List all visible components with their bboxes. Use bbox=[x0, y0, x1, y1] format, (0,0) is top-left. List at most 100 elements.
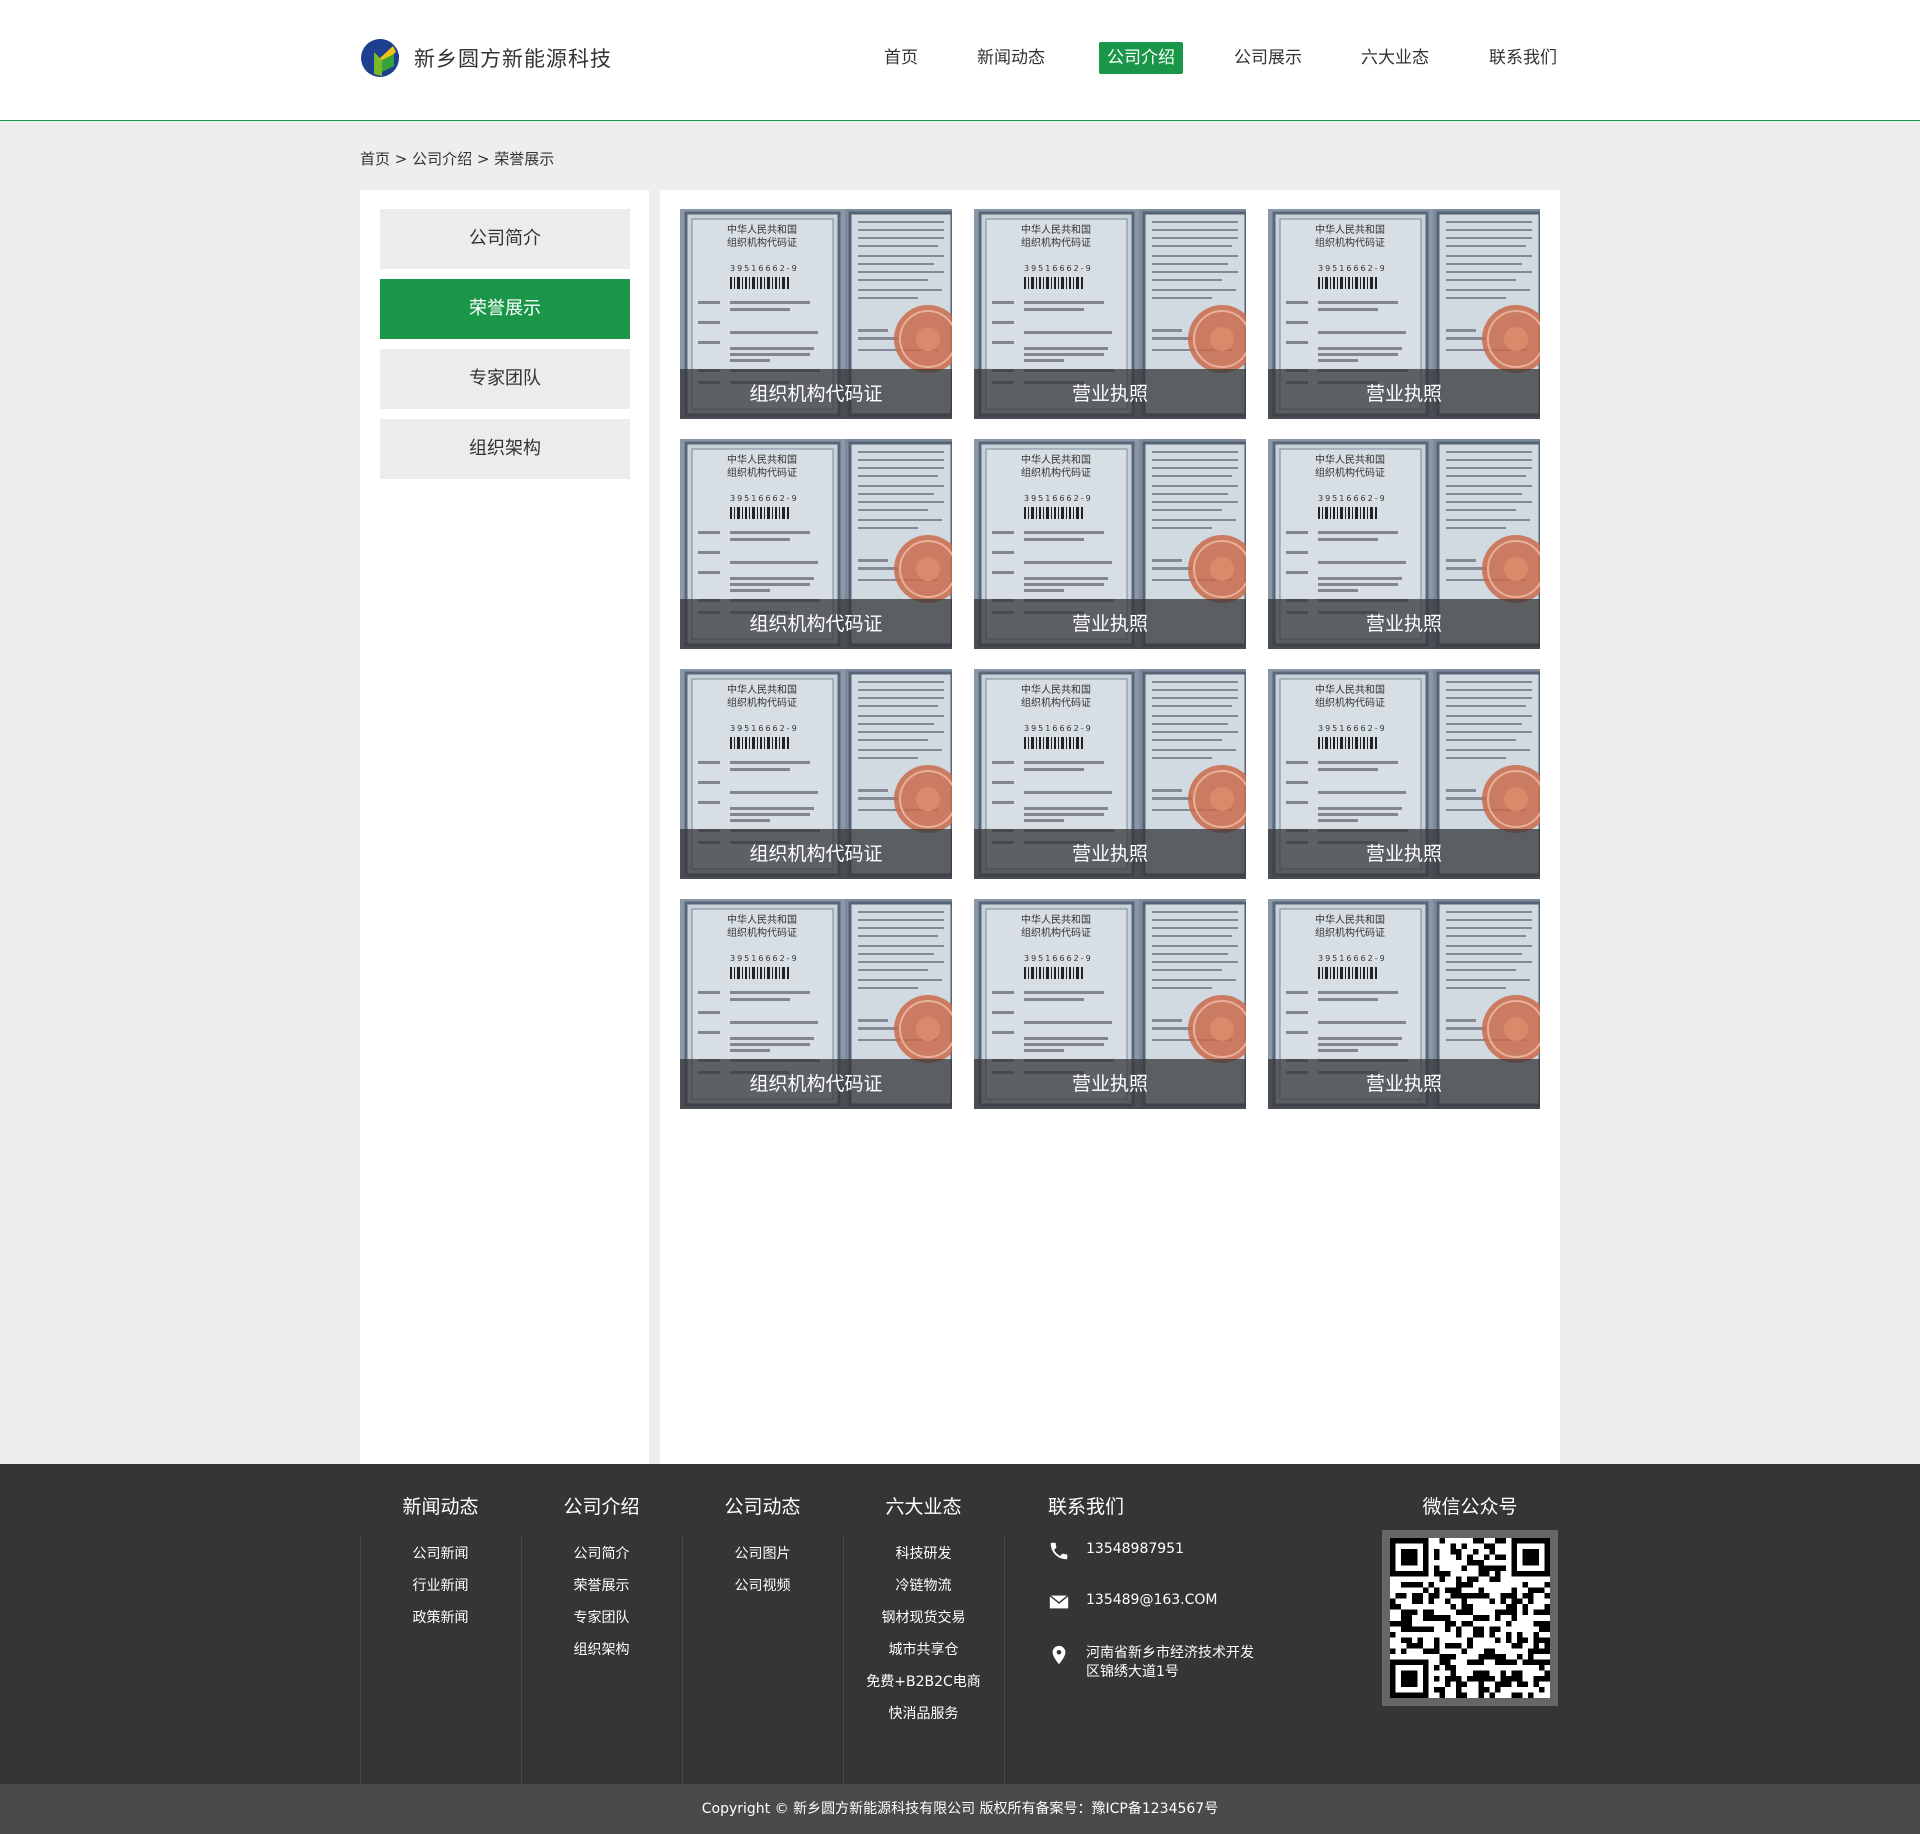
footer-link[interactable]: 组织架构 bbox=[521, 1634, 682, 1666]
site-header: 新乡圆方新能源科技 首页 新闻动态 公司介绍 公司展示 六大业态 联系我们 bbox=[0, 0, 1920, 121]
side-item-profile[interactable]: 公司简介 bbox=[380, 209, 630, 269]
svg-text:中华人民共和国: 中华人民共和国 bbox=[1315, 223, 1385, 236]
svg-text:中华人民共和国: 中华人民共和国 bbox=[1315, 683, 1385, 696]
honor-card[interactable]: 中华人民共和国 组织机构代码证 39516662-9 营业执照 bbox=[1268, 669, 1540, 879]
honor-card[interactable]: 中华人民共和国 组织机构代码证 39516662-9 营业执照 bbox=[974, 899, 1246, 1109]
footer-link[interactable]: 快消品服务 bbox=[843, 1698, 1004, 1730]
svg-text:中华人民共和国: 中华人民共和国 bbox=[727, 913, 797, 926]
nav-contact[interactable]: 联系我们 bbox=[1481, 42, 1565, 74]
footer-link[interactable]: 城市共享仓 bbox=[843, 1634, 1004, 1666]
footer-link[interactable]: 免费+B2B2C电商 bbox=[843, 1666, 1004, 1698]
divider bbox=[1004, 1536, 1005, 1784]
honor-caption: 营业执照 bbox=[1268, 1059, 1540, 1109]
svg-text:39516662-9: 39516662-9 bbox=[730, 494, 799, 503]
svg-text:39516662-9: 39516662-9 bbox=[1024, 264, 1093, 273]
footer-link[interactable]: 荣誉展示 bbox=[521, 1570, 682, 1602]
nav-news[interactable]: 新闻动态 bbox=[969, 42, 1053, 74]
side-menu: 公司简介 荣誉展示 专家团队 组织架构 bbox=[360, 190, 649, 1464]
wechat-block: 微信公众号 bbox=[1382, 1464, 1558, 1784]
svg-text:中华人民共和国: 中华人民共和国 bbox=[1021, 453, 1091, 466]
footer-contact: 联系我们 13548987951 135489@163.COM 河南省新乡市经济… bbox=[1048, 1464, 1308, 1784]
svg-text:中华人民共和国: 中华人民共和国 bbox=[1021, 913, 1091, 926]
footer-column-about: 公司介绍 公司简介 荣誉展示 专家团队 组织架构 bbox=[521, 1464, 682, 1784]
email-address: 135489@163.COM bbox=[1086, 1592, 1218, 1608]
honor-caption: 组织机构代码证 bbox=[680, 829, 952, 879]
honor-card[interactable]: 中华人民共和国 组织机构代码证 39516662-9 营业执照 bbox=[974, 209, 1246, 419]
breadcrumb[interactable]: 首页 > 公司介绍 > 荣誉展示 bbox=[360, 148, 554, 169]
honor-card[interactable]: 中华人民共和国 组织机构代码证 39516662-9 营业执照 bbox=[1268, 209, 1540, 419]
honor-card[interactable]: 中华人民共和国 组织机构代码证 39516662-9 组织机构代码证 bbox=[680, 669, 952, 879]
honor-card[interactable]: 中华人民共和国 组织机构代码证 39516662-9 组织机构代码证 bbox=[680, 209, 952, 419]
footer-link[interactable]: 公司图片 bbox=[682, 1538, 843, 1570]
honor-caption: 组织机构代码证 bbox=[680, 1059, 952, 1109]
svg-text:39516662-9: 39516662-9 bbox=[1318, 264, 1387, 273]
svg-text:中华人民共和国: 中华人民共和国 bbox=[1315, 913, 1385, 926]
contact-phone: 13548987951 bbox=[1048, 1540, 1308, 1562]
footer-column-company: 公司动态 公司图片 公司视频 bbox=[682, 1464, 843, 1784]
footer-column-title: 六大业态 bbox=[885, 1496, 962, 1518]
honor-caption: 营业执照 bbox=[974, 599, 1246, 649]
svg-text:中华人民共和国: 中华人民共和国 bbox=[1315, 453, 1385, 466]
side-item-honors[interactable]: 荣誉展示 bbox=[380, 279, 630, 339]
honor-caption: 营业执照 bbox=[1268, 599, 1540, 649]
nav-business[interactable]: 六大业态 bbox=[1353, 42, 1437, 74]
honor-caption: 营业执照 bbox=[974, 1059, 1246, 1109]
side-item-structure[interactable]: 组织架构 bbox=[380, 419, 630, 479]
svg-text:中华人民共和国: 中华人民共和国 bbox=[727, 453, 797, 466]
footer-column-news: 新闻动态 公司新闻 行业新闻 政策新闻 bbox=[360, 1464, 521, 1784]
honor-caption: 组织机构代码证 bbox=[680, 599, 952, 649]
honor-card[interactable]: 中华人民共和国 组织机构代码证 39516662-9 组织机构代码证 bbox=[680, 899, 952, 1109]
footer-link[interactable]: 行业新闻 bbox=[360, 1570, 521, 1602]
svg-text:组织机构代码证: 组织机构代码证 bbox=[727, 236, 797, 249]
side-item-experts[interactable]: 专家团队 bbox=[380, 349, 630, 409]
svg-text:39516662-9: 39516662-9 bbox=[730, 954, 799, 963]
location-pin-icon bbox=[1052, 1645, 1066, 1665]
phone-number: 13548987951 bbox=[1086, 1541, 1184, 1557]
honor-card[interactable]: 中华人民共和国 组织机构代码证 39516662-9 营业执照 bbox=[974, 439, 1246, 649]
svg-text:中华人民共和国: 中华人民共和国 bbox=[1021, 223, 1091, 236]
nav-home[interactable]: 首页 bbox=[876, 42, 926, 74]
footer-link[interactable]: 政策新闻 bbox=[360, 1602, 521, 1634]
contact-title: 联系我们 bbox=[1048, 1496, 1125, 1518]
footer-link[interactable]: 公司简介 bbox=[521, 1538, 682, 1570]
svg-text:组织机构代码证: 组织机构代码证 bbox=[1021, 466, 1091, 479]
svg-text:39516662-9: 39516662-9 bbox=[1024, 724, 1093, 733]
svg-text:39516662-9: 39516662-9 bbox=[1318, 724, 1387, 733]
main-nav: 首页 新闻动态 公司介绍 公司展示 六大业态 联系我们 bbox=[0, 42, 1920, 74]
footer-column-business: 六大业态 科技研发 冷链物流 钢材现货交易 城市共享仓 免费+B2B2C电商 快… bbox=[843, 1464, 1004, 1784]
svg-text:39516662-9: 39516662-9 bbox=[1024, 494, 1093, 503]
svg-text:组织机构代码证: 组织机构代码证 bbox=[1315, 236, 1385, 249]
qr-code-image bbox=[1390, 1538, 1550, 1698]
honor-card[interactable]: 中华人民共和国 组织机构代码证 39516662-9 营业执照 bbox=[1268, 439, 1540, 649]
svg-text:组织机构代码证: 组织机构代码证 bbox=[727, 466, 797, 479]
footer-link[interactable]: 专家团队 bbox=[521, 1602, 682, 1634]
nav-about[interactable]: 公司介绍 bbox=[1099, 42, 1183, 74]
site-footer: 新闻动态 公司新闻 行业新闻 政策新闻 公司介绍 公司简介 荣誉展示 专家团队 … bbox=[0, 1464, 1920, 1784]
honors-grid: 中华人民共和国 组织机构代码证 39516662-9 组织机构代码证 中华人民共… bbox=[660, 190, 1560, 1464]
honor-caption: 组织机构代码证 bbox=[680, 369, 952, 419]
svg-text:中华人民共和国: 中华人民共和国 bbox=[727, 223, 797, 236]
svg-text:39516662-9: 39516662-9 bbox=[1318, 494, 1387, 503]
footer-link[interactable]: 科技研发 bbox=[843, 1538, 1004, 1570]
qr-code bbox=[1382, 1530, 1558, 1706]
footer-divider bbox=[1004, 1464, 1005, 1784]
svg-text:组织机构代码证: 组织机构代码证 bbox=[1315, 466, 1385, 479]
honor-caption: 营业执照 bbox=[1268, 369, 1540, 419]
svg-text:39516662-9: 39516662-9 bbox=[730, 264, 799, 273]
contact-address: 河南省新乡市经济技术开发区锦绣大道1号 bbox=[1048, 1644, 1308, 1682]
footer-column-title: 新闻动态 bbox=[402, 1496, 479, 1518]
honor-caption: 营业执照 bbox=[974, 369, 1246, 419]
honor-card[interactable]: 中华人民共和国 组织机构代码证 39516662-9 营业执照 bbox=[1268, 899, 1540, 1109]
svg-text:组织机构代码证: 组织机构代码证 bbox=[1021, 926, 1091, 939]
phone-icon bbox=[1050, 1542, 1068, 1560]
footer-link[interactable]: 钢材现货交易 bbox=[843, 1602, 1004, 1634]
footer-link[interactable]: 公司新闻 bbox=[360, 1538, 521, 1570]
honor-card[interactable]: 中华人民共和国 组织机构代码证 39516662-9 组织机构代码证 bbox=[680, 439, 952, 649]
honor-caption: 营业执照 bbox=[974, 829, 1246, 879]
footer-link[interactable]: 公司视频 bbox=[682, 1570, 843, 1602]
svg-text:组织机构代码证: 组织机构代码证 bbox=[1021, 236, 1091, 249]
honor-card[interactable]: 中华人民共和国 组织机构代码证 39516662-9 营业执照 bbox=[974, 669, 1246, 879]
nav-showcase[interactable]: 公司展示 bbox=[1226, 42, 1310, 74]
footer-link[interactable]: 冷链物流 bbox=[843, 1570, 1004, 1602]
svg-text:组织机构代码证: 组织机构代码证 bbox=[1021, 696, 1091, 709]
